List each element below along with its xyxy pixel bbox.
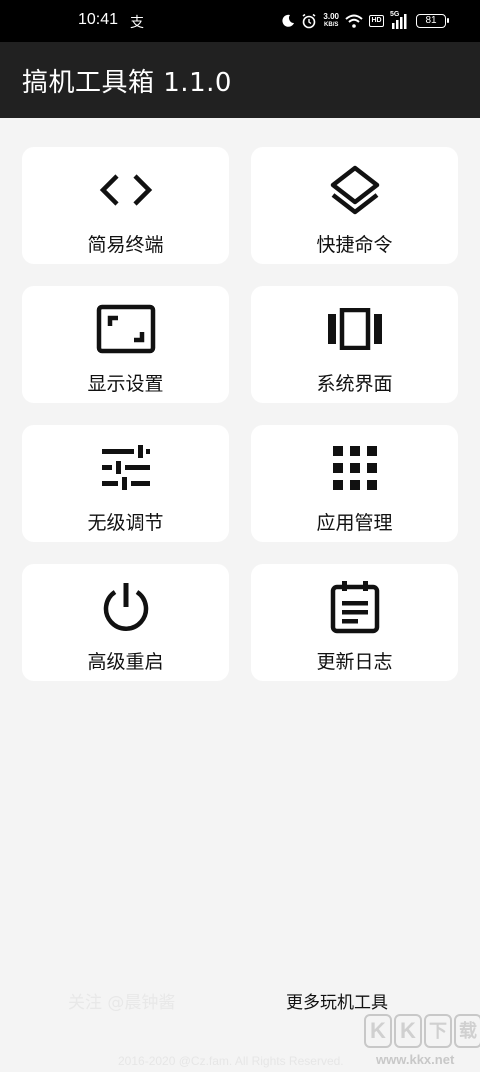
watermark-logo: K K 下 载 [364,1014,480,1048]
status-icons: 3.00 KB/S HD 5G 81 [281,10,449,32]
tile-label: 更新日志 [316,651,393,673]
code-icon [95,159,157,221]
view-carousel-icon [324,298,386,360]
status-bar: 10:41 支 3.00 KB/S HD 5G 81 [0,0,480,42]
tile-label: 应用管理 [316,512,393,534]
layers-icon [324,159,386,221]
moon-icon [282,14,295,27]
tile-label: 显示设置 [87,373,164,395]
tile-quick-commands[interactable]: 快捷命令 [251,147,458,264]
copyright-text: 2016-2020 @Cz.fam. All Rights Reserved. [118,1054,344,1068]
status-time: 10:41 [78,11,119,28]
watermark-char: K [364,1014,392,1048]
more-tools-link[interactable]: 更多玩机工具 [286,988,388,1013]
signal-icon: 5G [390,11,410,29]
wifi-icon [345,14,363,28]
tile-app-management[interactable]: 应用管理 [251,425,458,542]
tile-label: 高级重启 [87,651,164,673]
network-speed: 3.00 KB/S [323,13,339,29]
watermark-char: K [394,1014,422,1048]
tile-advanced-reboot[interactable]: 高级重启 [22,564,229,681]
battery-indicator: 81 [416,14,449,28]
tile-display-settings[interactable]: 显示设置 [22,286,229,403]
tile-system-ui[interactable]: 系统界面 [251,286,458,403]
tile-label: 系统界面 [316,373,393,395]
power-icon [95,576,157,638]
tile-changelog[interactable]: 更新日志 [251,564,458,681]
tile-stepless-adjust[interactable]: 无级调节 [22,425,229,542]
apps-grid-icon [324,437,386,499]
hd-badge: HD [369,15,384,27]
event-note-icon [324,576,386,638]
tile-label: 简易终端 [87,234,164,256]
app-title: 搞机工具箱 1.1.0 [22,68,232,98]
tile-simple-terminal[interactable]: 简易终端 [22,147,229,264]
speed-value: 3.00 [323,12,339,21]
watermark-char: 下 [424,1014,452,1048]
speed-unit: KB/S [324,22,339,28]
tile-label: 无级调节 [87,512,164,534]
notification-app-icon: 支 [130,15,144,31]
watermark-char: 载 [454,1014,480,1048]
watermark-url: www.kkx.net [376,1052,455,1067]
alarm-icon [302,13,316,29]
app-bar: 搞机工具箱 1.1.0 [0,42,480,118]
aspect-ratio-icon [95,298,157,360]
watermark: K K 下 载 www.kkx.net [364,1014,480,1072]
follow-link[interactable]: 关注 @晨钟酱 [68,988,175,1013]
tile-label: 快捷命令 [316,234,393,256]
tune-icon [95,437,157,499]
